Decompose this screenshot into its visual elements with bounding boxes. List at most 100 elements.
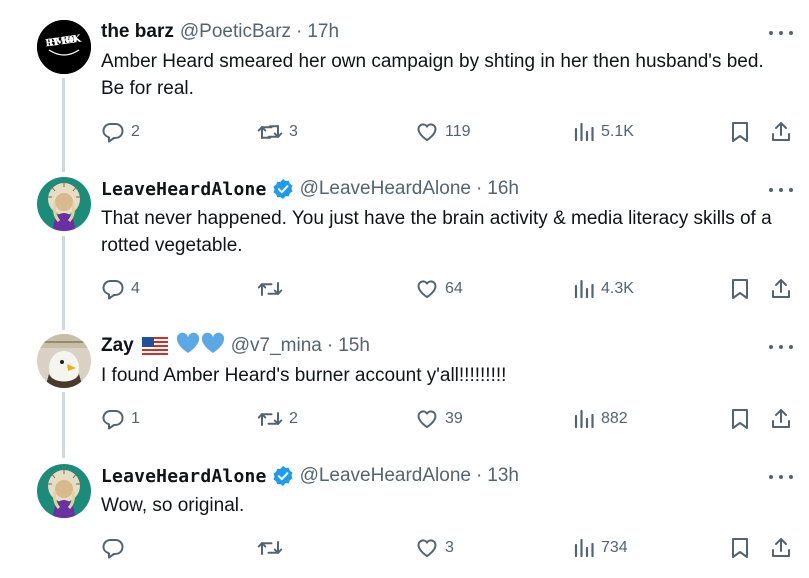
bookmark-button[interactable] [729, 404, 751, 434]
verified-badge-icon [272, 465, 294, 487]
views-count: 4.3K [601, 280, 634, 297]
tweet-actions: 3 734 [101, 533, 795, 563]
timestamp[interactable]: 15h [338, 335, 370, 357]
share-button[interactable] [769, 117, 793, 147]
like-count: 39 [445, 410, 463, 427]
bookmark-button[interactable] [729, 274, 751, 304]
reply-button[interactable]: 2 [101, 117, 140, 147]
retweet-button[interactable]: 2 [257, 404, 298, 434]
handle[interactable]: @v7_mina [231, 335, 322, 357]
views-count: 882 [601, 410, 628, 427]
share-icon [769, 120, 793, 144]
display-name[interactable]: Zay [101, 335, 134, 357]
tweet-text: That never happened. You just have the b… [101, 208, 772, 256]
avatar[interactable] [37, 464, 91, 518]
share-icon [769, 407, 793, 431]
timestamp[interactable]: 16h [487, 178, 519, 200]
separator: · [475, 178, 483, 199]
like-button[interactable]: 3 [415, 533, 454, 563]
reply-icon [101, 407, 125, 431]
more-options-icon[interactable] [769, 26, 793, 40]
tweet-header: LeaveHeardAlone @LeaveHeardAlone · 13h [101, 464, 519, 488]
timestamp[interactable]: 17h [307, 21, 339, 43]
retweet-button[interactable]: 3 [257, 117, 298, 147]
separator: · [326, 335, 334, 356]
tweet[interactable]: LeaveHeardAlone @LeaveHeardAlone · 16h T… [0, 177, 809, 317]
more-options-icon[interactable] [769, 183, 793, 197]
tweet[interactable]: LeaveHeardAlone @LeaveHeardAlone · 13h W… [0, 464, 809, 574]
share-button[interactable] [769, 404, 793, 434]
timestamp[interactable]: 13h [487, 465, 519, 487]
reply-button[interactable] [101, 533, 131, 563]
avatar[interactable] [37, 177, 91, 231]
reply-count: 4 [131, 280, 140, 297]
heart-icon [415, 407, 439, 431]
tweet-actions: 4 64 4.3K [101, 274, 795, 304]
handle[interactable]: @LeaveHeardAlone [300, 178, 471, 200]
more-options-icon[interactable] [769, 340, 793, 354]
like-button[interactable]: 39 [415, 404, 463, 434]
retweet-button[interactable] [257, 533, 289, 563]
bookmark-icon [729, 277, 751, 301]
tweet-actions: 2 3 119 5.1K [101, 117, 795, 147]
avatar[interactable]: RHYME BOOK [37, 20, 91, 74]
like-count: 119 [445, 123, 471, 140]
bookmark-button[interactable] [729, 117, 751, 147]
views-icon [573, 120, 595, 144]
emoji-hearts [176, 332, 225, 360]
retweet-icon [257, 407, 283, 431]
views-button[interactable]: 882 [573, 404, 628, 434]
blue-heart-icon [176, 332, 200, 360]
tweet[interactable]: Zay @v7_mina · 15h I found Amber Heard's… [0, 332, 809, 444]
separator: · [475, 465, 483, 486]
reply-count: 2 [131, 123, 140, 140]
reply-button[interactable]: 4 [101, 274, 140, 304]
views-button[interactable]: 4.3K [573, 274, 634, 304]
tweet-actions: 1 2 39 882 [101, 404, 795, 434]
tweet-text: I found Amber Heard's burner account y'a… [101, 365, 507, 386]
reply-button[interactable]: 1 [101, 404, 140, 434]
views-button[interactable]: 734 [573, 533, 628, 563]
heart-icon [415, 536, 439, 560]
display-name[interactable]: LeaveHeardAlone [101, 179, 267, 200]
tweet-text: Amber Heard smeared her own campaign by … [101, 51, 764, 99]
views-icon [573, 407, 595, 431]
like-count: 64 [445, 280, 463, 297]
display-name[interactable]: LeaveHeardAlone [101, 466, 267, 487]
tweet-header: LeaveHeardAlone @LeaveHeardAlone · 16h [101, 177, 519, 201]
retweet-count: 2 [289, 410, 298, 427]
heart-icon [415, 277, 439, 301]
retweet-icon [257, 277, 283, 301]
tweet[interactable]: RHYME BOOK the barz @PoeticBarz · 17h Am… [0, 20, 809, 160]
like-button[interactable]: 119 [415, 117, 471, 147]
more-options-icon[interactable] [769, 470, 793, 484]
display-name[interactable]: the barz [101, 21, 174, 43]
views-icon [573, 536, 595, 560]
views-count: 734 [601, 539, 628, 556]
heart-icon [415, 120, 439, 144]
views-button[interactable]: 5.1K [573, 117, 634, 147]
like-button[interactable]: 64 [415, 274, 463, 304]
tweet-header: Zay @v7_mina · 15h [101, 332, 370, 360]
share-button[interactable] [769, 274, 793, 304]
share-icon [769, 277, 793, 301]
bookmark-icon [729, 407, 751, 431]
handle[interactable]: @PoeticBarz [180, 21, 291, 43]
reply-icon [101, 120, 125, 144]
like-count: 3 [445, 539, 454, 556]
retweet-button[interactable] [257, 274, 289, 304]
retweet-count: 3 [289, 123, 298, 140]
share-button[interactable] [769, 533, 793, 563]
retweet-icon [257, 120, 283, 144]
handle[interactable]: @LeaveHeardAlone [300, 465, 471, 487]
reply-count: 1 [131, 410, 140, 427]
share-icon [769, 536, 793, 560]
avatar[interactable] [37, 334, 91, 388]
tweet-text: Wow, so original. [101, 495, 245, 516]
reply-icon [101, 277, 125, 301]
verified-badge-icon [272, 178, 294, 200]
reply-icon [101, 536, 125, 560]
us-flag-icon [141, 337, 168, 355]
tweet-header: the barz @PoeticBarz · 17h [101, 20, 339, 44]
bookmark-button[interactable] [729, 533, 751, 563]
